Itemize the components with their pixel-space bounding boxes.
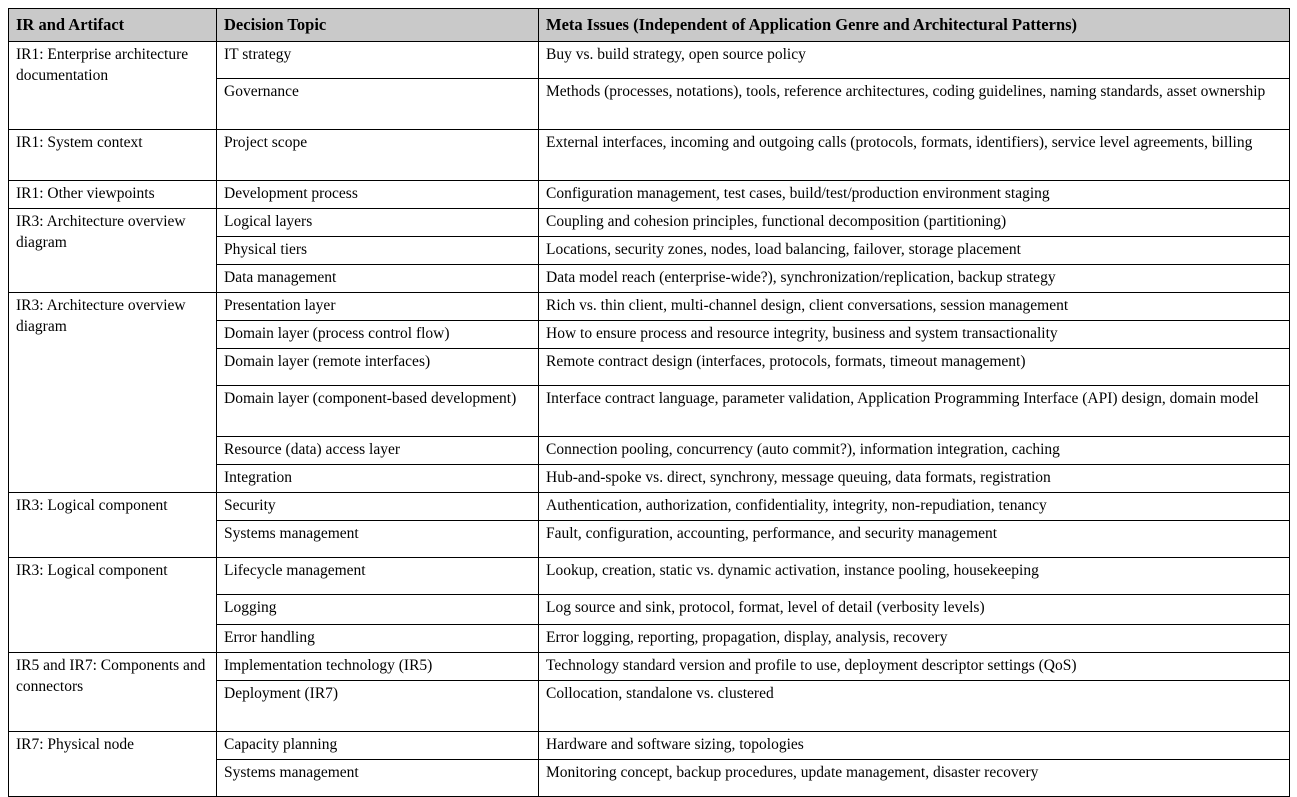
ir-artifact-cell: IR3: Logical component (8, 492, 217, 559)
decision-topic-cell: Data management (216, 264, 539, 294)
meta-issues-cell: Error logging, reporting, propagation, d… (538, 624, 1290, 654)
meta-issues-cell: Connection pooling, concurrency (auto co… (538, 436, 1290, 466)
decision-topic-cell: Systems management (216, 520, 539, 559)
meta-issues-cell: Rich vs. thin client, multi-channel desi… (538, 292, 1290, 322)
decision-topic-cell: Systems management (216, 759, 539, 797)
meta-issues-cell: Authentication, authorization, confident… (538, 492, 1290, 522)
meta-issues-cell: Data model reach (enterprise-wide?), syn… (538, 264, 1290, 294)
meta-issues-cell: Configuration management, test cases, bu… (538, 180, 1290, 210)
decision-topic-cell: Logical layers (216, 208, 539, 238)
meta-issues-cell: External interfaces, incoming and outgoi… (538, 129, 1290, 182)
meta-issues-cell: Monitoring concept, backup procedures, u… (538, 759, 1290, 797)
ir-artifact-cell: IR3: Architecture overview diagram (8, 208, 217, 294)
column-header-decision-topic: Decision Topic (216, 7, 539, 43)
ir-artifact-cell: IR5 and IR7: Components and connectors (8, 652, 217, 733)
decision-topic-cell: IT strategy (216, 41, 539, 80)
meta-issues-cell: Hardware and software sizing, topologies (538, 731, 1290, 761)
table-row: IR5 and IR7: Components and connectors I… (8, 652, 1290, 733)
decision-topic-cell: Development process (216, 180, 539, 210)
meta-issues-cell: Locations, security zones, nodes, load b… (538, 236, 1290, 266)
table-row: IR3: Logical component Lifecycle managem… (8, 557, 1290, 654)
table-row: IR3: Architecture overview diagram Logic… (8, 208, 1290, 294)
table-row: IR1: System context Project scope Extern… (8, 129, 1290, 182)
decision-topic-cell: Integration (216, 464, 539, 494)
ir-artifact-cell: IR3: Logical component (8, 557, 217, 654)
ir-artifact-cell: IR1: System context (8, 129, 217, 182)
meta-issues-cell: Remote contract design (interfaces, prot… (538, 348, 1290, 387)
ir-artifact-cell: IR7: Physical node (8, 731, 217, 797)
decision-topic-cell: Error handling (216, 624, 539, 654)
table-row: IR3: Logical component Security Authenti… (8, 492, 1290, 559)
meta-issues-cell: Log source and sink, protocol, format, l… (538, 594, 1290, 626)
decision-topic-cell: Domain layer (process control flow) (216, 320, 539, 350)
ir-artifact-cell: IR3: Architecture overview diagram (8, 292, 217, 494)
decision-topic-cell: Security (216, 492, 539, 522)
architecture-decision-table: IR and Artifact Decision Topic Meta Issu… (8, 7, 1290, 797)
table-row: IR7: Physical node Capacity planning Har… (8, 731, 1290, 797)
decision-topic-cell: Deployment (IR7) (216, 680, 539, 733)
decision-topic-cell: Lifecycle management (216, 557, 539, 596)
decision-topic-cell: Capacity planning (216, 731, 539, 761)
header-row: IR and Artifact Decision Topic Meta Issu… (8, 7, 1290, 43)
meta-issues-cell: Interface contract language, parameter v… (538, 385, 1290, 438)
meta-issues-cell: Methods (processes, notations), tools, r… (538, 78, 1290, 131)
meta-issues-cell: Hub-and-spoke vs. direct, synchrony, mes… (538, 464, 1290, 494)
table-header: IR and Artifact Decision Topic Meta Issu… (8, 7, 1290, 43)
decision-topic-cell: Domain layer (component-based developmen… (216, 385, 539, 438)
ir-artifact-cell: IR1: Enterprise architecture documentati… (8, 41, 217, 131)
decision-topic-cell: Governance (216, 78, 539, 131)
meta-issues-cell: Technology standard version and profile … (538, 652, 1290, 682)
meta-issues-cell: Lookup, creation, static vs. dynamic act… (538, 557, 1290, 596)
meta-issues-cell: How to ensure process and resource integ… (538, 320, 1290, 350)
decision-topic-cell: Presentation layer (216, 292, 539, 322)
table-body: IR1: Enterprise architecture documentati… (8, 41, 1290, 797)
decision-topic-cell: Project scope (216, 129, 539, 182)
table-row: IR1: Other viewpoints Development proces… (8, 180, 1290, 210)
meta-issues-cell: Buy vs. build strategy, open source poli… (538, 41, 1290, 80)
table-row: IR3: Architecture overview diagram Prese… (8, 292, 1290, 494)
ir-artifact-cell: IR1: Other viewpoints (8, 180, 217, 210)
meta-issues-cell: Coupling and cohesion principles, functi… (538, 208, 1290, 238)
column-header-ir-and-artifact: IR and Artifact (8, 7, 217, 43)
table-container: IR and Artifact Decision Topic Meta Issu… (8, 7, 1290, 797)
decision-topic-cell: Logging (216, 594, 539, 626)
decision-topic-cell: Implementation technology (IR5) (216, 652, 539, 682)
decision-topic-cell: Resource (data) access layer (216, 436, 539, 466)
column-header-meta-issues: Meta Issues (Independent of Application … (538, 7, 1290, 43)
meta-issues-cell: Collocation, standalone vs. clustered (538, 680, 1290, 733)
table-row: IR1: Enterprise architecture documentati… (8, 41, 1290, 131)
meta-issues-cell: Fault, configuration, accounting, perfor… (538, 520, 1290, 559)
decision-topic-cell: Physical tiers (216, 236, 539, 266)
decision-topic-cell: Domain layer (remote interfaces) (216, 348, 539, 387)
